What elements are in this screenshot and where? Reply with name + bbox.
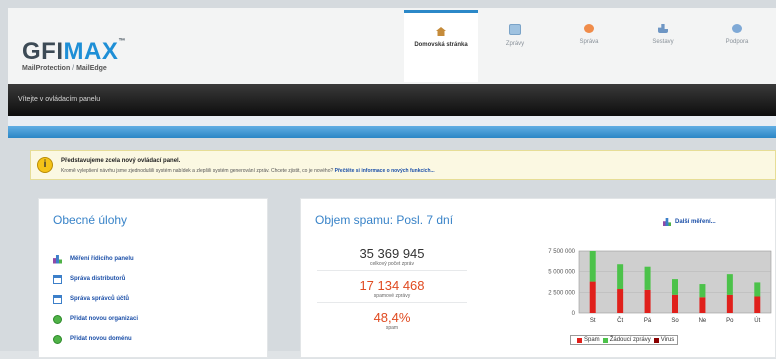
- gear-icon: [584, 24, 594, 33]
- product-line: MailProtection / MailEdge: [22, 65, 107, 72]
- x-tick-label: So: [671, 318, 679, 324]
- chart-icon: [658, 24, 668, 33]
- chart-icon: [53, 254, 62, 264]
- x-tick-label: Pá: [644, 318, 652, 324]
- bar-legit: [699, 284, 706, 298]
- product-mailedge: MailEdge: [76, 65, 107, 72]
- legend-swatch-virus: [653, 337, 659, 343]
- home-icon: [436, 27, 446, 36]
- logo: GFIMAX™: [22, 38, 126, 66]
- legend-swatch-legit: [602, 337, 608, 343]
- stat-value: 35 369 945: [359, 246, 425, 261]
- tab-home[interactable]: Domovská stránka: [404, 10, 478, 82]
- bar-spam: [589, 281, 596, 313]
- task-label: Přidat novou organizaci: [70, 316, 139, 322]
- tab-label: Správa: [579, 39, 599, 45]
- x-tick-label: Po: [726, 318, 734, 324]
- bar-spam: [726, 294, 733, 313]
- bar-spam: [672, 294, 678, 313]
- welcome-text: Vítejte v ovládacím panelu: [18, 96, 101, 103]
- bar-spam: [617, 289, 624, 313]
- y-tick-label: 7 500 000: [548, 249, 575, 255]
- y-tick-label: 2 500 000: [548, 290, 575, 296]
- notice-text: Kromě vylepšení návrhu jsme zjednodušili…: [61, 168, 435, 174]
- stat-spam: 17 134 468 spamové zprávy: [317, 271, 467, 303]
- x-tick-label: Út: [754, 317, 760, 324]
- logo-max: MAX: [63, 38, 119, 65]
- task-dashboard-metrics[interactable]: Měření řídicího panelu: [53, 249, 138, 269]
- product-mailprotection: MailProtection: [22, 65, 71, 72]
- stat-total: 35 369 945 celkový počet zpráv: [317, 239, 467, 271]
- stat-value: 48,4%: [373, 310, 411, 325]
- notice-title: Představujeme zcela nový ovládací panel.: [61, 158, 181, 164]
- task-manage-distributors[interactable]: Správa distributorů: [53, 269, 138, 289]
- spam-stats: 35 369 945 celkový počet zpráv 17 134 468…: [317, 239, 467, 335]
- bar-spam: [699, 297, 706, 313]
- notice-banner: i Představujeme zcela nový ovládací pane…: [30, 150, 776, 180]
- spam-chart: 7 500 000 5 000 000 2 500 000 0 St Čt Pá So Ne Po…: [515, 239, 775, 359]
- tab-label: Domovská stránka: [414, 42, 468, 48]
- task-label: Správa distributorů: [70, 276, 126, 282]
- more-metrics-label: Další měření...: [675, 219, 716, 225]
- notice-link[interactable]: Přečtěte si informace o nových funkcích.…: [335, 168, 435, 174]
- legend-label: Žádoucí zprávy: [609, 337, 651, 343]
- bar-legit: [672, 279, 678, 295]
- bar-spam: [644, 289, 651, 313]
- bar-spam: [754, 296, 761, 313]
- accent-bar: [8, 116, 776, 138]
- x-tick-label: Ne: [699, 318, 707, 324]
- stat-label: spam: [385, 325, 399, 331]
- main-tabs: Domovská stránka Zprávy Správa Sestavy P…: [404, 10, 774, 82]
- tab-label: Podpora: [725, 39, 749, 45]
- task-label: Přidat novou doménu: [70, 336, 132, 342]
- panel-title: Obecné úlohy: [53, 213, 128, 227]
- task-list: Měření řídicího panelu Správa distributo…: [53, 249, 138, 349]
- envelope-icon: [509, 24, 521, 35]
- bar-legit: [617, 264, 624, 290]
- panel-title: Objem spamu: Posl. 7 dní: [315, 213, 454, 227]
- add-icon: [53, 314, 62, 324]
- task-manage-account-admins[interactable]: Správa správců účtů: [53, 289, 138, 309]
- legend-label: Spam: [584, 337, 600, 343]
- general-tasks-panel: Obecné úlohy Měření řídicího panelu Sprá…: [38, 198, 268, 358]
- task-label: Měření řídicího panelu: [70, 256, 134, 262]
- task-add-domain[interactable]: Přidat novou doménu: [53, 329, 138, 349]
- stat-label: spamové zprávy: [373, 293, 411, 299]
- y-tick-label: 5 000 000: [548, 270, 575, 276]
- bar-legit: [644, 266, 651, 290]
- document-icon: [53, 274, 62, 284]
- logo-gfi: GFI: [22, 38, 64, 65]
- task-add-organization[interactable]: Přidat novou organizaci: [53, 309, 138, 329]
- x-tick-label: Čt: [617, 317, 623, 324]
- more-metrics-link[interactable]: Další měření...: [663, 218, 716, 226]
- tab-support[interactable]: Podpora: [700, 10, 774, 82]
- chart-legend: Spam Žádoucí zprávy Virus: [570, 335, 679, 345]
- tab-label: Zprávy: [505, 41, 525, 47]
- logo-tm: ™: [118, 38, 126, 45]
- y-tick-label: 0: [572, 311, 576, 317]
- help-icon: [732, 24, 742, 33]
- stat-spam-percent: 48,4% spam: [317, 303, 467, 335]
- notice-body: Kromě vylepšení návrhu jsme zjednodušili…: [61, 168, 335, 174]
- chart-icon: [663, 218, 671, 226]
- legend-swatch-spam: [577, 337, 582, 343]
- task-label: Správa správců účtů: [70, 296, 130, 302]
- info-icon: i: [37, 157, 53, 173]
- tab-admin[interactable]: Správa: [552, 10, 626, 82]
- document-icon: [53, 294, 62, 304]
- bar-legit: [754, 282, 761, 297]
- welcome-bar: Vítejte v ovládacím panelu: [8, 84, 776, 116]
- spam-volume-panel: Objem spamu: Posl. 7 dní Další měření...…: [300, 198, 776, 358]
- bar-legit: [589, 251, 596, 282]
- tab-label: Sestavy: [652, 39, 674, 45]
- legend-label: Virus: [660, 337, 675, 343]
- bar-legit: [726, 274, 733, 295]
- tab-messages[interactable]: Zprávy: [478, 10, 552, 82]
- spam-chart-svg: 7 500 000 5 000 000 2 500 000 0 St Čt Pá So Ne Po…: [548, 249, 772, 324]
- tab-reports[interactable]: Sestavy: [626, 10, 700, 82]
- stat-label: celkový počet zpráv: [370, 261, 414, 267]
- stat-value: 17 134 468: [359, 278, 425, 293]
- x-tick-label: St: [590, 318, 596, 324]
- add-icon: [53, 334, 62, 344]
